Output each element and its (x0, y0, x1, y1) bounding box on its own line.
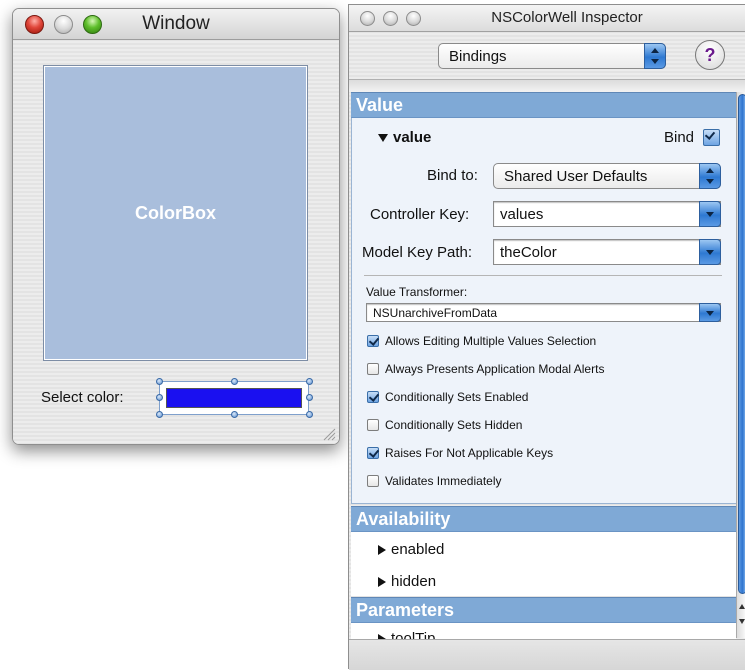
selection-handle-mr[interactable] (306, 394, 313, 401)
scroll-down-arrow-icon[interactable] (739, 619, 745, 624)
bind-to-value: Shared User Defaults (504, 167, 648, 185)
disclosure-triangle-icon (378, 134, 388, 143)
option-label-5: Validates Immediately (385, 474, 502, 488)
disclosure-triangle-icon (378, 577, 386, 588)
combo-dropdown-icon[interactable] (699, 303, 721, 322)
controller-key-combo[interactable]: values (493, 201, 721, 227)
availability-item-enabled[interactable]: enabled (378, 541, 444, 558)
option-checkbox-2[interactable] (367, 391, 379, 403)
option-label-2: Conditionally Sets Enabled (385, 390, 529, 404)
option-label-1: Always Presents Application Modal Alerts (385, 362, 605, 376)
selection-handle-bl[interactable] (156, 411, 163, 418)
value-section-title: Value (356, 94, 404, 115)
inspector-mode-value: Bindings (449, 47, 507, 65)
parameters-item-label: toolTip (391, 630, 436, 639)
inspector-titlebar: NSColorWell Inspector (349, 5, 745, 32)
option-label-3: Conditionally Sets Hidden (385, 418, 523, 432)
controller-key-value: values (500, 205, 544, 223)
color-well-swatch (166, 388, 302, 408)
bind-checkbox[interactable] (703, 129, 720, 146)
value-separator (364, 275, 722, 276)
option-checkbox-5[interactable] (367, 475, 379, 487)
value-disclosure[interactable]: value (378, 129, 431, 146)
top-divider (349, 79, 745, 92)
colorbox[interactable]: ColorBox (43, 65, 308, 361)
option-checkbox-1[interactable] (367, 363, 379, 375)
availability-item-label: enabled (391, 541, 445, 558)
selection-handle-bc[interactable] (231, 411, 238, 418)
help-button[interactable]: ? (695, 40, 725, 70)
colorbox-label: ColorBox (135, 202, 216, 223)
popup-arrows-icon (644, 43, 666, 69)
window-title: Window (142, 13, 210, 34)
availability-section-header[interactable]: Availability (351, 506, 736, 532)
availability-item-label: hidden (391, 573, 437, 590)
window: Window ColorBox Select color: (12, 8, 340, 445)
select-color-label: Select color: (41, 389, 124, 406)
model-key-path-value: theColor (500, 243, 557, 261)
parameters-section-header[interactable]: Parameters (351, 597, 736, 623)
option-checkbox-4[interactable] (367, 447, 379, 459)
selection-handle-tr[interactable] (306, 378, 313, 385)
selection-handle-br[interactable] (306, 411, 313, 418)
selection-handle-tl[interactable] (156, 378, 163, 385)
option-checkbox-3[interactable] (367, 419, 379, 431)
window-titlebar: Window (13, 9, 339, 40)
bind-to-popup[interactable]: Shared User Defaults (493, 163, 721, 189)
color-well[interactable] (159, 381, 309, 415)
parameters-item-tooltip[interactable]: toolTip (378, 630, 435, 639)
value-disclosure-label: value (393, 129, 432, 146)
controller-key-label: Controller Key: (370, 206, 470, 223)
option-label-4: Raises For Not Applicable Keys (385, 446, 554, 460)
combo-dropdown-icon[interactable] (699, 239, 721, 265)
value-section-header[interactable]: Value (351, 92, 736, 118)
disclosure-triangle-icon (378, 545, 386, 556)
scroll-up-arrow-icon[interactable] (739, 604, 745, 609)
bind-to-label: Bind to: (427, 167, 478, 184)
popup-arrows-icon (699, 163, 721, 189)
availability-section-title: Availability (356, 508, 451, 529)
parameters-section-title: Parameters (356, 599, 455, 620)
value-transformer-label: Value Transformer: (366, 285, 468, 299)
combo-dropdown-icon[interactable] (699, 201, 721, 227)
inspector-mode-popup[interactable]: Bindings (438, 43, 666, 69)
scrollbar-thumb[interactable] (738, 94, 745, 594)
selection-handle-tc[interactable] (231, 378, 238, 385)
inspector-scrollbar[interactable] (736, 92, 745, 638)
option-checkbox-0[interactable] (367, 335, 379, 347)
parameters-section-body: toolTip (351, 623, 736, 639)
inspector-title: NSColorWell Inspector (491, 9, 643, 26)
value-transformer-combo[interactable]: NSUnarchiveFromData (366, 303, 721, 322)
resize-grip-icon[interactable] (322, 427, 336, 441)
model-key-path-combo[interactable]: theColor (493, 239, 721, 265)
inspector-bottom-bar (349, 639, 745, 670)
availability-item-hidden[interactable]: hidden (378, 573, 436, 590)
selection-handle-ml[interactable] (156, 394, 163, 401)
model-key-path-label: Model Key Path: (362, 244, 473, 261)
option-label-0: Allows Editing Multiple Values Selection (385, 334, 597, 348)
bind-label: Bind (664, 129, 695, 146)
value-transformer-value: NSUnarchiveFromData (373, 305, 498, 320)
help-icon: ? (704, 44, 716, 65)
